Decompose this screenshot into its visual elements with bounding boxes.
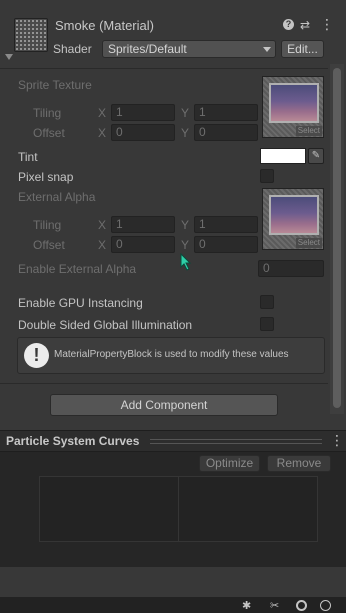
- ea-offset-x-label: X: [98, 238, 107, 252]
- curves-menu-icon[interactable]: ⋮: [330, 432, 344, 449]
- external-alpha-thumbnail[interactable]: Select: [262, 188, 324, 250]
- ea-offset-y-field[interactable]: 0: [194, 236, 258, 253]
- info-text: MaterialPropertyBlock is used to modify …: [54, 349, 289, 360]
- enable-external-alpha-label: Enable External Alpha: [18, 262, 137, 276]
- kebab-menu-icon[interactable]: ⋮: [320, 16, 334, 33]
- offset-x-label: X: [98, 126, 107, 140]
- help-icon[interactable]: ?: [283, 19, 294, 30]
- info-icon: !: [24, 343, 49, 368]
- record-icon[interactable]: [296, 600, 307, 611]
- ea-offset-label: Offset: [33, 238, 65, 252]
- bug-icon[interactable]: ✱: [242, 599, 251, 612]
- tiling-x-label: X: [98, 106, 107, 120]
- sprite-texture-thumbnail[interactable]: Select: [262, 76, 324, 138]
- shader-dropdown[interactable]: Sprites/Default: [102, 40, 276, 58]
- bottom-strip: [0, 567, 346, 597]
- gpu-instancing-label: Enable GPU Instancing: [18, 296, 143, 310]
- pixel-snap-checkbox[interactable]: [260, 169, 274, 183]
- drag-handle-lines[interactable]: [150, 439, 322, 444]
- eyedropper-icon[interactable]: ✎: [308, 148, 324, 164]
- tiling-x-field[interactable]: 1: [111, 104, 175, 121]
- double-sided-gi-checkbox[interactable]: [260, 317, 274, 331]
- pixel-snap-label: Pixel snap: [18, 170, 74, 184]
- info-box: ! MaterialPropertyBlock is used to modif…: [17, 337, 325, 374]
- curves-graph-divider: [178, 477, 179, 541]
- tiling-y-label: Y: [181, 106, 190, 120]
- header-divider: [0, 68, 328, 69]
- ea-offset-y-label: Y: [181, 238, 190, 252]
- curves-panel-title: Particle System Curves: [6, 434, 140, 448]
- ea-tiling-y-field[interactable]: 1: [194, 216, 258, 233]
- gpu-instancing-checkbox[interactable]: [260, 295, 274, 309]
- ea-offset-x-field[interactable]: 0: [111, 236, 175, 253]
- remove-button[interactable]: Remove: [267, 455, 331, 472]
- optimize-button[interactable]: Optimize: [199, 455, 260, 472]
- curves-panel-header: Particle System Curves ⋮: [0, 430, 346, 452]
- texture-preview-image: [269, 83, 319, 123]
- material-title: Smoke (Material): [55, 18, 154, 33]
- sliders-icon[interactable]: ⇄: [300, 18, 310, 32]
- shader-value: Sprites/Default: [108, 42, 187, 56]
- add-component-button[interactable]: Add Component: [50, 394, 278, 416]
- tint-label: Tint: [18, 150, 38, 164]
- tint-color-swatch[interactable]: [260, 148, 306, 164]
- scrollbar-thumb[interactable]: [333, 68, 341, 408]
- offset-label: Offset: [33, 126, 65, 140]
- select-alpha-button[interactable]: Select: [295, 238, 322, 248]
- ea-tiling-x-field[interactable]: 1: [111, 216, 175, 233]
- mouse-cursor-icon: [180, 253, 192, 271]
- tools-icon[interactable]: ✂: [270, 599, 279, 612]
- curves-panel-body: Optimize Remove: [0, 452, 346, 567]
- material-icon: [14, 18, 48, 52]
- chevron-down-icon: [263, 47, 271, 52]
- offset-x-field[interactable]: 0: [111, 124, 175, 141]
- alpha-preview-image: [269, 195, 319, 235]
- ea-tiling-x-label: X: [98, 218, 107, 232]
- tiling-label: Tiling: [33, 106, 62, 120]
- double-sided-gi-label: Double Sided Global Illumination: [18, 318, 193, 332]
- offset-y-label: Y: [181, 126, 190, 140]
- shader-label: Shader: [53, 42, 92, 56]
- curves-graph-area[interactable]: [39, 476, 318, 542]
- status-bar: ✱ ✂: [0, 597, 346, 613]
- select-texture-button[interactable]: Select: [295, 126, 322, 136]
- offset-y-field[interactable]: 0: [194, 124, 258, 141]
- tiling-y-field[interactable]: 1: [194, 104, 258, 121]
- material-header: Smoke (Material) ? ⇄ ⋮ Shader Sprites/De…: [0, 10, 346, 64]
- ea-tiling-y-label: Y: [181, 218, 190, 232]
- scrollbar-track[interactable]: [330, 64, 344, 414]
- external-alpha-label: External Alpha: [18, 190, 96, 204]
- edit-shader-button[interactable]: Edit...: [281, 40, 324, 58]
- sprite-texture-label: Sprite Texture: [18, 78, 92, 92]
- status-indicator-icon[interactable]: [320, 600, 331, 611]
- foldout-arrow-icon[interactable]: [5, 54, 13, 60]
- add-component-divider: [0, 383, 328, 384]
- enable-external-alpha-field[interactable]: 0: [258, 260, 324, 277]
- ea-tiling-label: Tiling: [33, 218, 62, 232]
